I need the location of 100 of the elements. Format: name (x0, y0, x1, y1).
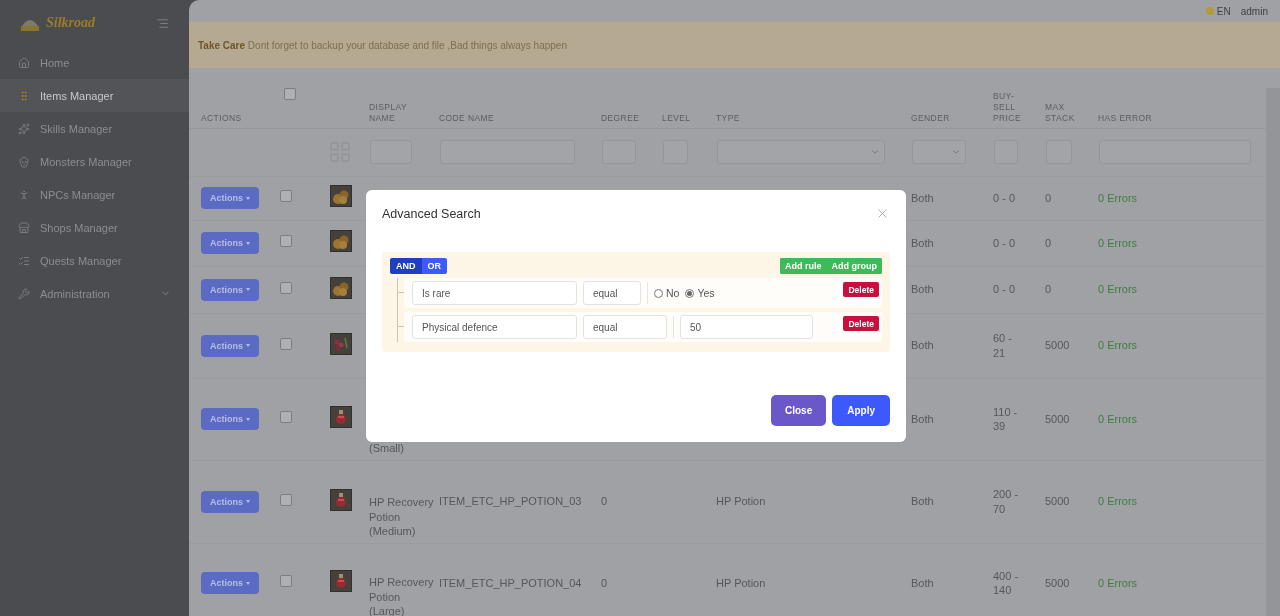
condition-toggle[interactable]: OR (421, 258, 447, 274)
table-cell: 0 (1045, 235, 1052, 251)
filter-field[interactable] (717, 140, 885, 164)
column-header: DISPLAY NAME (369, 101, 408, 124)
field-select[interactable]: Physical defence (412, 315, 577, 339)
table-cell: Both (911, 494, 934, 509)
close-icon[interactable] (875, 206, 890, 221)
row-checkbox[interactable] (280, 190, 292, 203)
operator-select[interactable]: equal (583, 281, 641, 305)
sidebar-item[interactable]: Skills Manager (0, 112, 189, 145)
table-cell: 5000 (1045, 494, 1070, 509)
menu-item-icon (18, 122, 30, 135)
chevron-icon (870, 147, 880, 157)
user-name[interactable]: admin (1240, 5, 1268, 17)
column-header: MAX STACK (1045, 101, 1076, 124)
actions-button[interactable]: Actions (201, 278, 259, 301)
row-checkbox[interactable] (280, 493, 292, 506)
language-selector[interactable]: EN (1205, 5, 1231, 17)
table-cell: 0 (601, 494, 608, 509)
sidebar-item[interactable]: Shops Manager (0, 211, 189, 244)
column-header: ACTIONS (201, 112, 243, 124)
row-checkbox[interactable] (280, 411, 292, 424)
menu-item-icon (18, 221, 30, 234)
row-checkbox[interactable] (280, 281, 292, 294)
sidebar-item[interactable]: Items Manager (0, 79, 189, 112)
table-cell: HP Recovery Potion (Medium) (369, 495, 435, 539)
table-cell: 0 - 0 (993, 190, 1015, 206)
field-select[interactable]: Is rare (412, 281, 577, 305)
sidebar-item[interactable]: NPCs Manager (0, 178, 189, 211)
operator-select[interactable]: equal (583, 315, 667, 339)
table-cell: ITEM_ETC_HP_POTION_04 (439, 575, 582, 591)
table-cell: 0 (601, 575, 608, 591)
apply-button[interactable]: Apply (832, 395, 890, 426)
error-count: 0 Errors (1098, 236, 1138, 249)
brand-name: Silkroad (46, 15, 95, 31)
actions-button[interactable]: Actions (201, 490, 259, 513)
actions-button[interactable]: Actions (201, 232, 259, 254)
table-cell: Both (911, 190, 934, 206)
menu-item-icon (18, 89, 30, 102)
table-cell: HP Potion (716, 575, 766, 591)
table-cell: 5000 (1045, 575, 1070, 591)
close-button[interactable]: Close (771, 395, 827, 426)
table-cell: Both (911, 411, 934, 427)
radio-option[interactable]: Yes (685, 287, 715, 299)
column-header: DEGREE (601, 112, 641, 124)
dialog-title: Advanced Search (382, 206, 481, 221)
table-cell: HP Potion (716, 494, 766, 509)
actions-button[interactable]: Actions (201, 408, 259, 430)
condition-toggle[interactable]: AND (390, 258, 422, 274)
menu-item-icon (18, 287, 30, 300)
table-cell: Both (911, 575, 934, 591)
menu-item-icon (18, 254, 30, 267)
table-cell: 0 (1045, 282, 1052, 297)
radio-button[interactable] (685, 288, 695, 298)
header-checkbox[interactable] (284, 88, 296, 100)
row-checkbox[interactable] (280, 337, 292, 350)
column-header: BUY-SELL PRICE (993, 90, 1022, 124)
menu-item-icon (18, 56, 30, 69)
menu-item-icon (18, 155, 30, 168)
delete-button[interactable]: Delete (843, 316, 879, 331)
actions-button[interactable]: Actions (201, 187, 259, 209)
error-count: 0 Errors (1098, 576, 1138, 589)
value-field[interactable]: 50 (680, 315, 813, 339)
table-cell: 5000 (1045, 411, 1070, 427)
error-count: 0 Errors (1098, 412, 1138, 425)
error-count: 0 Errors (1098, 283, 1138, 296)
radio-label: Yes (697, 287, 715, 299)
table-cell-text: 60 - 21 (993, 331, 1013, 360)
radio-button[interactable] (654, 288, 663, 298)
actions-button[interactable]: Actions (201, 334, 259, 357)
menu-item-icon (18, 188, 30, 201)
sidebar-item[interactable]: Administration (0, 277, 189, 310)
row-checkbox[interactable] (280, 575, 292, 588)
actions-button[interactable]: Actions (201, 572, 259, 594)
radio-label: No (666, 287, 680, 299)
table-cell: Both (911, 282, 934, 297)
column-header: GENDER (911, 112, 951, 124)
table-cell-text: 110 - 39 (993, 404, 1019, 434)
table-cell-text: 400 - 140 (993, 568, 1020, 598)
table-cell-text: 200 - 70 (993, 487, 1020, 516)
radio-option[interactable]: No (654, 287, 680, 299)
menu-icon[interactable] (156, 16, 169, 30)
sidebar-item[interactable]: Quests Manager (0, 244, 189, 277)
sidebar-item[interactable]: Home (0, 46, 189, 79)
table-cell: 0 - 0 (993, 282, 1015, 297)
delete-button[interactable]: Delete (843, 282, 879, 297)
error-count: 0 Errors (1098, 339, 1138, 352)
table-cell: (Small) (369, 441, 404, 456)
error-count: 0 Errors (1098, 191, 1138, 204)
column-header: TYPE (716, 112, 741, 124)
table-cell: Both (911, 338, 934, 353)
table-cell: 5000 (1045, 338, 1070, 353)
table-cell: Both (911, 235, 934, 251)
row-checkbox[interactable] (280, 235, 292, 248)
column-header: CODE NAME (439, 112, 496, 124)
error-count: 0 Errors (1098, 495, 1138, 508)
filter-field[interactable] (912, 140, 966, 164)
table-cell: 0 (1045, 190, 1052, 206)
sidebar-item[interactable]: Monsters Manager (0, 145, 189, 178)
table-cell: ITEM_ETC_HP_POTION_03 (439, 494, 582, 509)
